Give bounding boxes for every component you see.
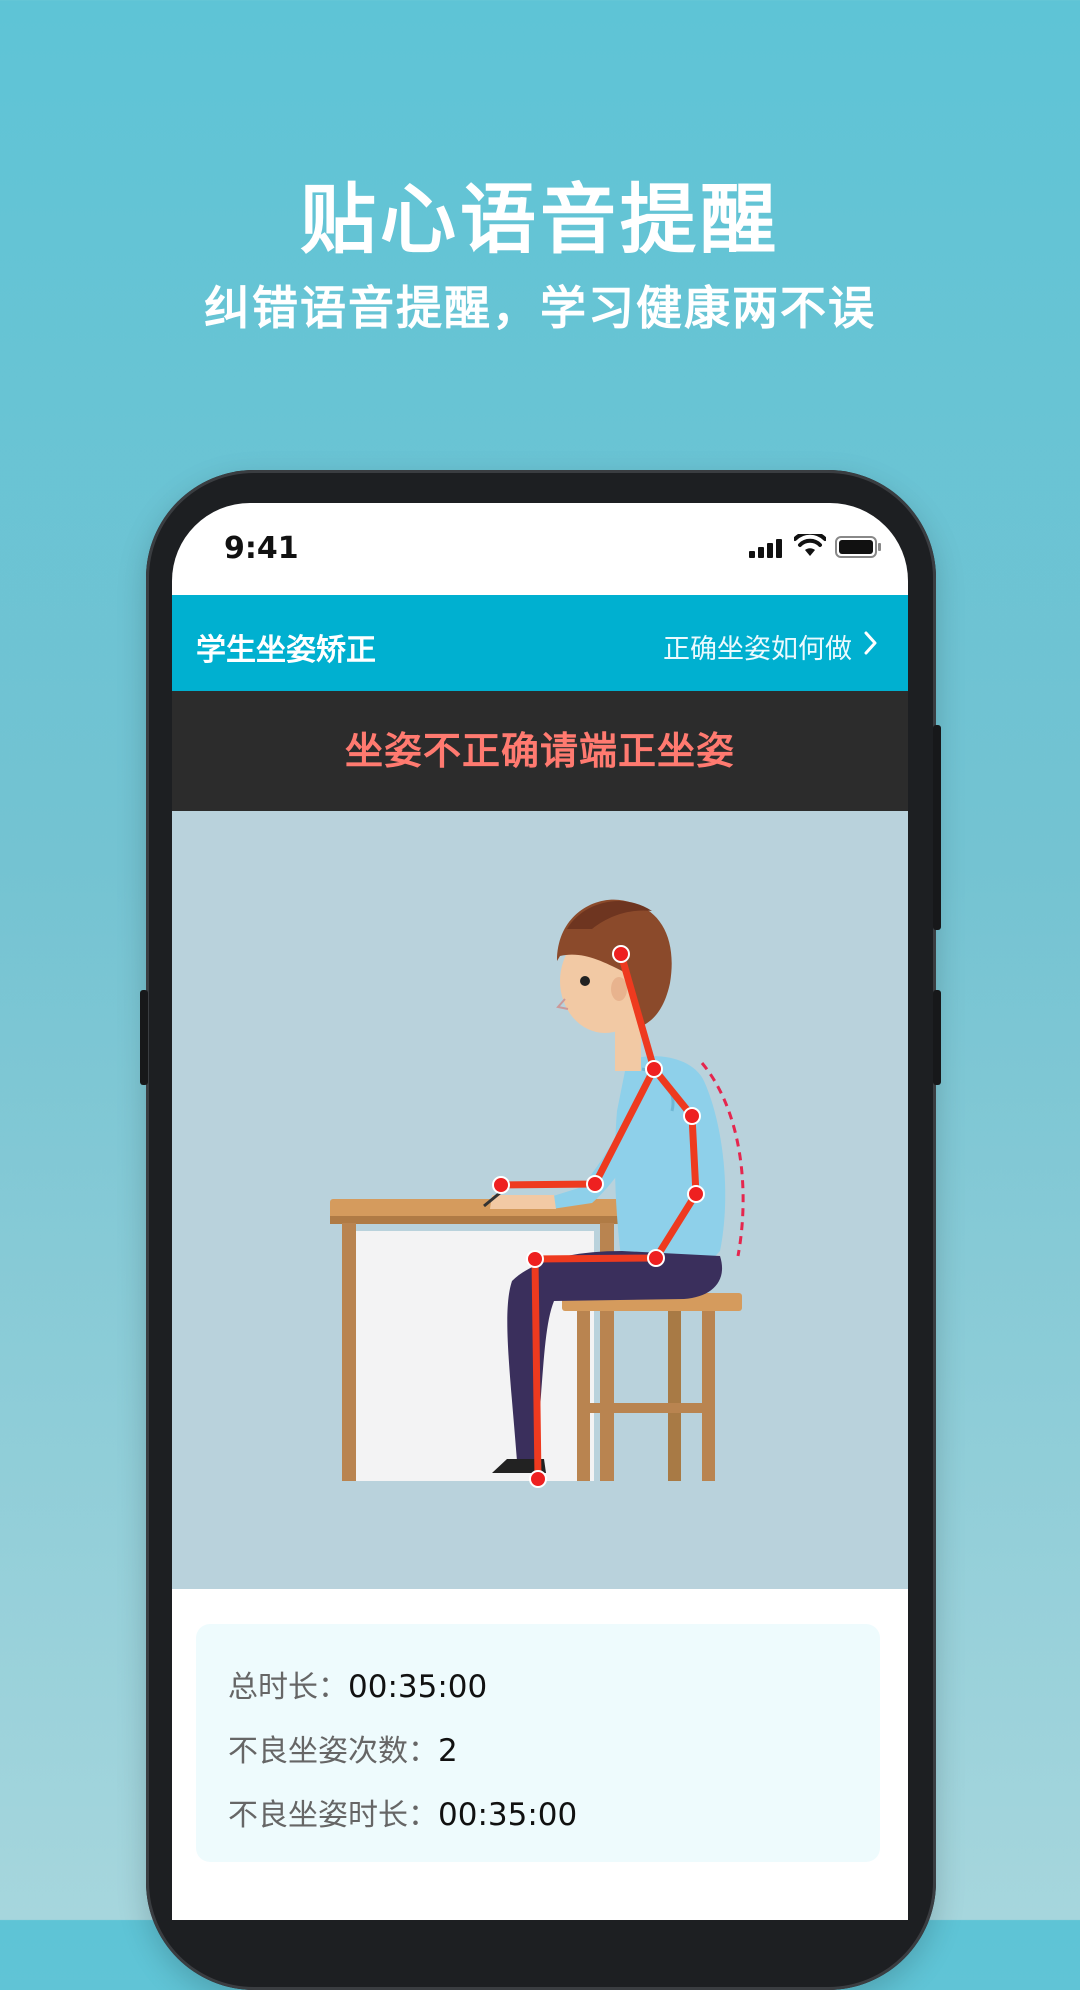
status-time: 9:41 bbox=[224, 531, 299, 566]
hero-title: 贴心语音提醒 bbox=[300, 175, 780, 264]
bad-posture-count-label: 不良坐姿次数： bbox=[228, 1734, 438, 1769]
bad-posture-duration-row: 不良坐姿时长：00:35:00 bbox=[228, 1790, 577, 1834]
status-bar: 9:41 bbox=[172, 503, 908, 593]
total-duration-label: 总时长： bbox=[228, 1670, 348, 1705]
total-duration-value: 00:35:00 bbox=[348, 1669, 488, 1705]
battery-icon bbox=[835, 536, 881, 558]
phone-power-button bbox=[933, 990, 941, 1085]
correct-posture-link[interactable]: 正确坐姿如何做 bbox=[663, 627, 852, 666]
bad-posture-count-row: 不良坐姿次数：2 bbox=[228, 1726, 458, 1770]
total-duration-row: 总时长：00:35:00 bbox=[228, 1662, 487, 1706]
phone-volume-button bbox=[933, 725, 941, 930]
signal-icon bbox=[749, 539, 782, 558]
hero-subtitle: 纠错语音提醒，学习健康两不误 bbox=[204, 281, 876, 335]
posture-alert: 坐姿不正确请端正坐姿 bbox=[172, 691, 908, 811]
posture-illustration bbox=[330, 899, 745, 1488]
chevron-right-icon[interactable] bbox=[864, 631, 878, 655]
phone-side-button bbox=[140, 990, 148, 1085]
app-title: 学生坐姿矫正 bbox=[196, 633, 376, 668]
wifi-icon bbox=[794, 534, 826, 556]
posture-camera-view bbox=[172, 811, 908, 1589]
app-header: 学生坐姿矫正 正确坐姿如何做 bbox=[172, 595, 908, 691]
bad-posture-duration-label: 不良坐姿时长： bbox=[228, 1798, 438, 1833]
posture-stats-card: 总时长：00:35:00 不良坐姿次数：2 不良坐姿时长：00:35:00 bbox=[196, 1624, 880, 1862]
bad-posture-count-value: 2 bbox=[438, 1733, 458, 1769]
bad-posture-duration-value: 00:35:00 bbox=[438, 1797, 578, 1833]
phone-screen: 9:41 学生坐姿矫正 正确坐姿如何做 坐姿不正确请端正坐姿 总时长：00:35… bbox=[172, 503, 908, 1920]
